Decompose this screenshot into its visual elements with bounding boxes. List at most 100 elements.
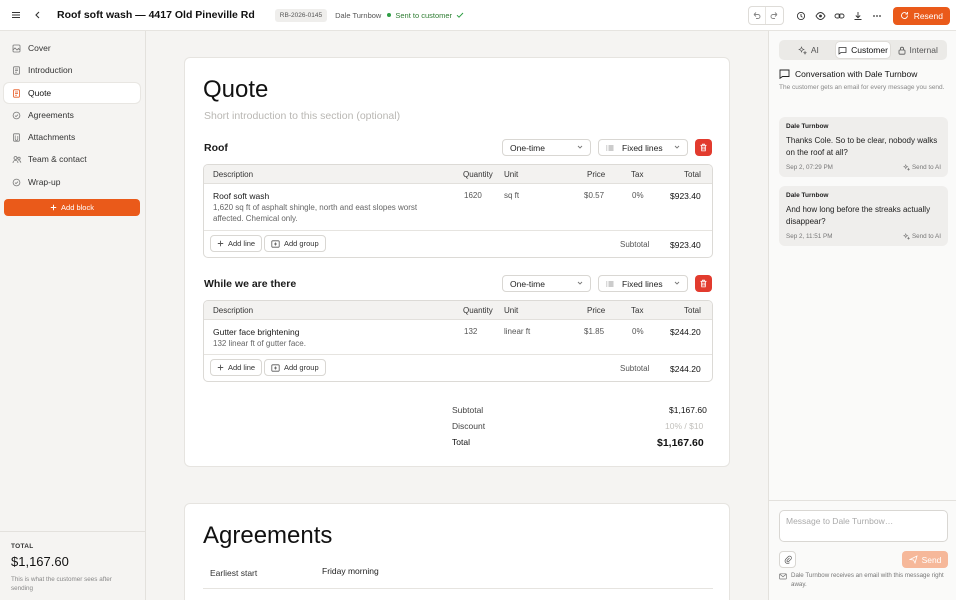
item-quantity[interactable]: 132 xyxy=(464,327,477,336)
sidebar-item-team-contact[interactable]: Team & contact xyxy=(4,149,140,169)
table-row[interactable]: Gutter face brightening 132 linear ft of… xyxy=(204,320,712,355)
add-group-label: Add group xyxy=(284,363,319,372)
download-icon[interactable] xyxy=(849,7,868,25)
message-input[interactable]: Message to Dale Turnbow… xyxy=(779,510,948,542)
tab-internal[interactable]: Internal xyxy=(890,42,945,58)
item-tax[interactable]: 0% xyxy=(632,191,644,200)
delete-section-button[interactable] xyxy=(695,275,712,292)
paperclip-icon xyxy=(12,132,22,142)
resend-label: Resend xyxy=(913,10,943,21)
summary-discount-label: Discount xyxy=(452,421,486,431)
more-options-icon[interactable] xyxy=(868,7,887,25)
customer-name[interactable]: Dale Turnbow xyxy=(335,11,381,20)
top-bar: Roof soft wash — 4417 Old Pineville Rd R… xyxy=(0,0,956,31)
item-unit[interactable]: sq ft xyxy=(504,191,519,200)
item-name[interactable]: Roof soft wash xyxy=(213,191,269,201)
frequency-select[interactable]: One-time xyxy=(502,275,591,292)
sidebar-item-introduction[interactable]: Introduction xyxy=(4,60,140,80)
group-icon xyxy=(271,363,280,372)
page-title[interactable]: Roof soft wash — 4417 Old Pineville Rd xyxy=(57,9,255,21)
add-block-button[interactable]: Add block xyxy=(4,199,140,216)
discount-input[interactable]: 10% / $10 xyxy=(665,421,703,431)
message-author: Dale Turnbow xyxy=(786,123,829,130)
check-circle-icon xyxy=(12,178,22,187)
send-to-ai-link[interactable]: Send to AI xyxy=(902,164,941,171)
message-input-placeholder: Message to Dale Turnbow… xyxy=(786,516,894,526)
message-meta: Sep 2, 07:29 PM Send to AI xyxy=(786,164,941,171)
column-quantity: Quantity xyxy=(463,170,493,179)
paperclip-icon xyxy=(784,555,792,564)
line-mode-select[interactable]: Fixed lines xyxy=(598,139,688,156)
column-tax: Tax xyxy=(631,306,644,315)
resend-button[interactable]: Resend xyxy=(892,6,950,25)
sidebar-item-quote[interactable]: Quote xyxy=(4,83,140,103)
message-bubble: Dale Turnbow Thanks Cole. So to be clear… xyxy=(779,117,948,178)
item-name[interactable]: Gutter face brightening xyxy=(213,327,299,337)
divider xyxy=(203,588,713,589)
send-note-text: Dale Turnbow receives an email with this… xyxy=(791,572,944,588)
attach-button[interactable] xyxy=(779,551,796,568)
tab-label: AI xyxy=(810,45,819,55)
sidebar-item-agreements[interactable]: Agreements xyxy=(4,105,140,125)
sidebar-item-label: Wrap-up xyxy=(28,177,61,187)
message-meta: Sep 2, 11:51 PM Send to AI xyxy=(786,233,941,240)
message-time: Sep 2, 11:51 PM xyxy=(786,233,833,241)
add-group-button[interactable]: Add group xyxy=(264,359,326,376)
section-title[interactable]: While we are there xyxy=(204,278,296,290)
frequency-select[interactable]: One-time xyxy=(502,139,591,156)
table-row[interactable]: Roof soft wash 1,620 sq ft of asphalt sh… xyxy=(204,184,712,231)
menu-icon[interactable] xyxy=(7,6,25,24)
preview-eye-icon[interactable] xyxy=(811,7,830,25)
sidebar-item-wrap-up[interactable]: Wrap-up xyxy=(4,172,140,192)
add-line-button[interactable]: Add line xyxy=(210,359,263,376)
item-price[interactable]: $1.85 xyxy=(584,327,604,336)
line-mode-value: Fixed lines xyxy=(622,278,663,289)
column-tax: Tax xyxy=(631,170,644,179)
item-total: $923.40 xyxy=(670,191,701,201)
add-line-label: Add line xyxy=(228,239,256,248)
line-mode-select[interactable]: Fixed lines xyxy=(598,275,688,292)
send-note: Dale Turnbow receives an email with this… xyxy=(779,572,951,589)
chevron-down-icon xyxy=(577,281,583,285)
redo-icon[interactable] xyxy=(766,7,783,24)
sidebar-item-cover[interactable]: Cover xyxy=(4,38,140,58)
item-quantity[interactable]: 1620 xyxy=(464,191,482,200)
send-to-ai-link[interactable]: Send to AI xyxy=(902,233,941,241)
tab-ai[interactable]: AI xyxy=(781,42,836,58)
section-title[interactable]: Roof xyxy=(204,142,228,154)
sparkle-icon xyxy=(902,233,910,241)
item-total: $244.20 xyxy=(670,327,701,337)
back-chevron-icon[interactable] xyxy=(29,6,47,24)
send-button[interactable]: Send xyxy=(902,551,948,568)
message-text: And how long before the streaks actually… xyxy=(786,205,931,226)
sidebar-item-attachments[interactable]: Attachments xyxy=(4,127,140,147)
add-line-button[interactable]: Add line xyxy=(210,235,263,252)
message-text: Thanks Cole. So to be clear, nobody walk… xyxy=(786,136,938,157)
column-unit: Unit xyxy=(504,170,519,179)
plus-icon xyxy=(50,204,57,211)
add-group-button[interactable]: Add group xyxy=(264,235,326,252)
trash-icon xyxy=(700,279,707,288)
link-icon[interactable] xyxy=(830,7,849,25)
line-items-table: Description Quantity Unit Price Tax Tota… xyxy=(203,164,713,258)
undo-icon[interactable] xyxy=(749,7,766,24)
item-price[interactable]: $0.57 xyxy=(584,191,604,200)
column-total: Total xyxy=(684,306,701,315)
delete-section-button[interactable] xyxy=(695,139,712,156)
item-description[interactable]: 132 linear ft of gutter face. xyxy=(213,338,433,349)
item-description[interactable]: 1,620 sq ft of asphalt shingle, north an… xyxy=(213,202,433,224)
subtotal-label: Subtotal xyxy=(620,364,650,373)
sidebar-item-label: Introduction xyxy=(28,65,73,75)
sidebar-item-label: Team & contact xyxy=(28,154,87,164)
item-tax[interactable]: 0% xyxy=(632,327,644,336)
frequency-value: One-time xyxy=(510,278,545,289)
quote-heading[interactable]: Quote xyxy=(203,76,268,104)
status-dot xyxy=(387,13,392,17)
agreement-value[interactable]: Friday morning xyxy=(322,566,379,576)
tab-label: Customer xyxy=(851,45,888,55)
tab-customer[interactable]: Customer xyxy=(835,42,891,58)
item-unit[interactable]: linear ft xyxy=(504,327,530,336)
history-icon[interactable] xyxy=(792,7,811,25)
agreements-heading[interactable]: Agreements xyxy=(203,522,332,550)
intro-input[interactable]: Short introduction to this section (opti… xyxy=(204,110,400,122)
